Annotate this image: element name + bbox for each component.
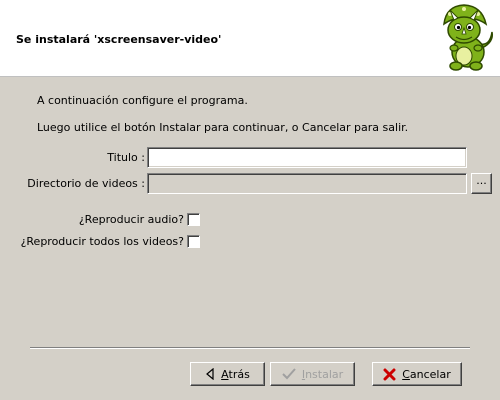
divider <box>30 347 470 349</box>
install-button[interactable]: Instalar <box>270 362 355 386</box>
intro-text-1: A continuación configure el programa. <box>37 94 248 107</box>
back-button-label: Atrás <box>221 367 250 381</box>
back-button[interactable]: Atrás <box>190 362 265 386</box>
install-button-label: Instalar <box>301 367 344 381</box>
page-title: Se instalará 'xscreensaver-video' <box>16 33 222 46</box>
wizard-header: Se instalará 'xscreensaver-video' <box>0 0 500 77</box>
dinosaur-mascot-icon <box>434 2 498 74</box>
directorio-input[interactable] <box>147 173 467 194</box>
audio-checkbox[interactable] <box>187 213 200 226</box>
titulo-input[interactable] <box>147 147 467 168</box>
red-x-icon <box>383 368 396 381</box>
titulo-label: Titulo : <box>107 151 145 164</box>
intro-text-2: Luego utilice el botón Instalar para con… <box>37 121 409 134</box>
directorio-label: Directorio de videos : <box>27 177 145 190</box>
arrow-left-icon <box>205 368 215 380</box>
cancel-button-label: Cancelar <box>402 367 451 381</box>
all-videos-checkbox-label: ¿Reproducir todos los videos? <box>20 235 184 248</box>
browse-button[interactable]: ... <box>471 173 492 194</box>
checkmark-icon <box>282 368 296 380</box>
audio-checkbox-label: ¿Reproducir audio? <box>78 213 184 226</box>
all-videos-checkbox[interactable] <box>187 235 200 248</box>
cancel-button[interactable]: Cancelar <box>372 362 462 386</box>
